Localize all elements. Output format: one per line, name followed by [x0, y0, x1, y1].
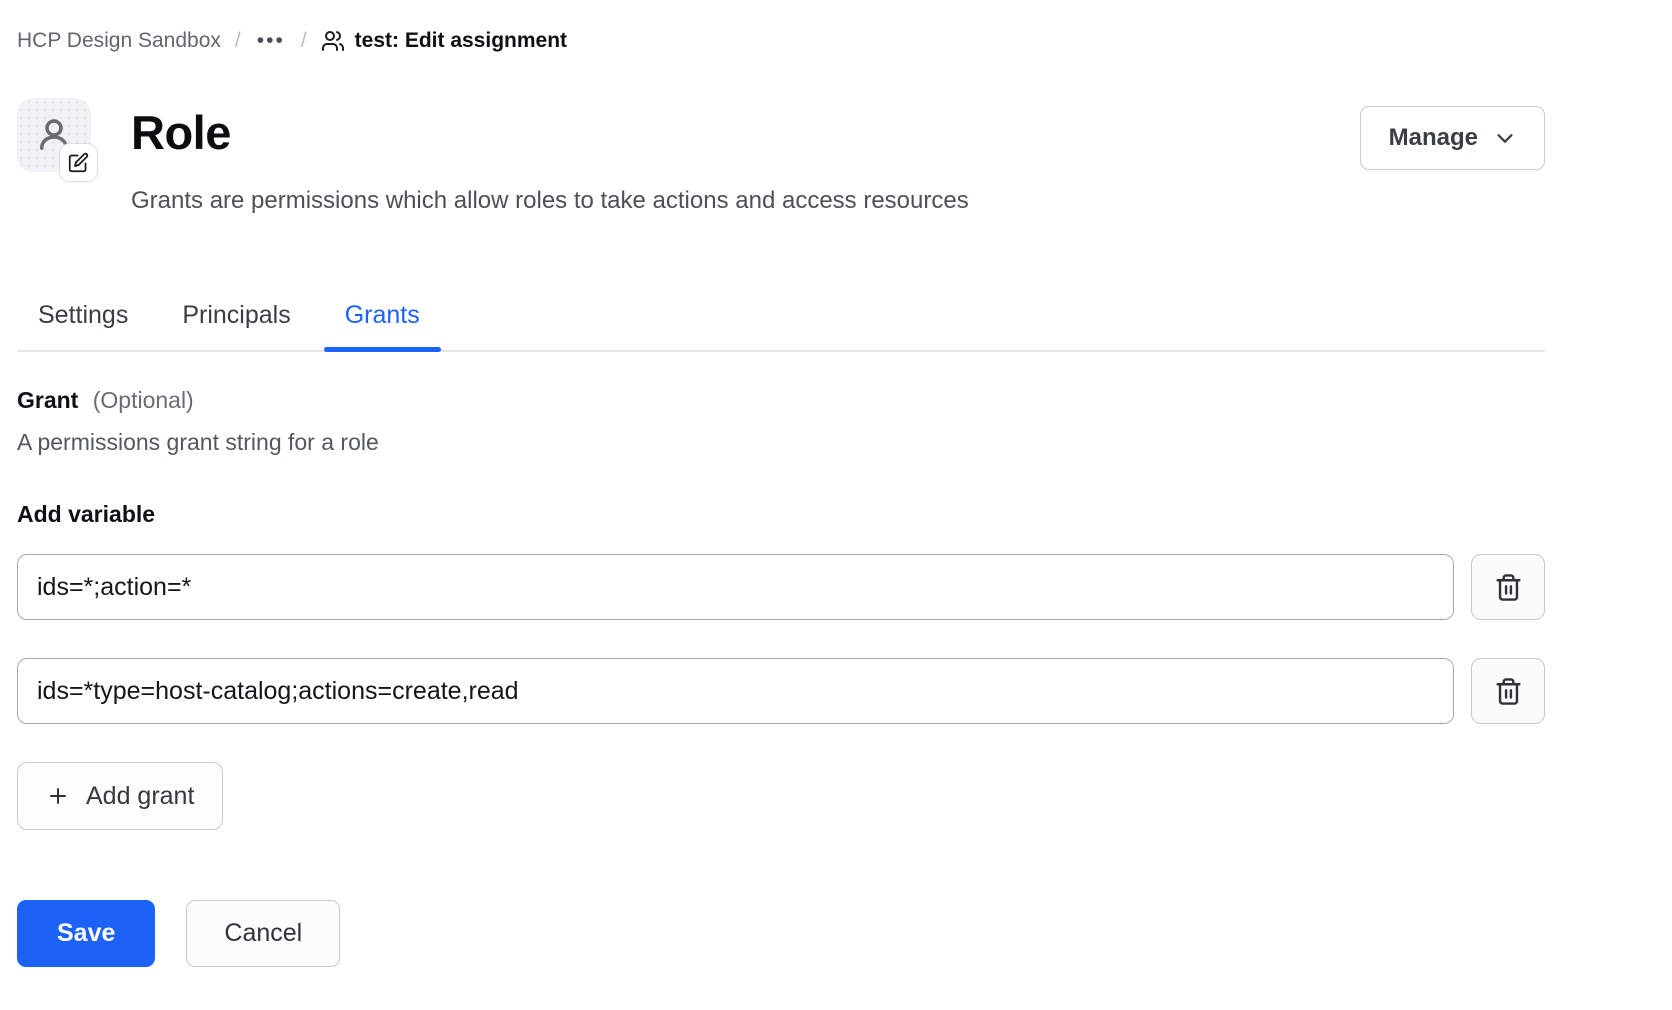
role-edit-page: HCP Design Sandbox / ••• / test: Edit as…: [0, 0, 1672, 967]
tab-bar: Settings Principals Grants: [17, 300, 1545, 352]
grants-section: Grant (Optional) A permissions grant str…: [17, 386, 1545, 830]
add-grant-button[interactable]: Add grant: [17, 762, 223, 830]
tab-principals[interactable]: Principals: [161, 300, 311, 350]
breadcrumb: HCP Design Sandbox / ••• / test: Edit as…: [17, 26, 1545, 56]
grant-field-label-row: Grant (Optional): [17, 386, 1545, 414]
grant-field-optional-label: (Optional): [93, 387, 194, 413]
manage-button-label: Manage: [1389, 124, 1478, 152]
breadcrumb-collapsed-button[interactable]: •••: [255, 29, 287, 53]
breadcrumb-separator: /: [301, 26, 307, 56]
save-button[interactable]: Save: [17, 900, 155, 967]
breadcrumb-link-hcp-design-sandbox[interactable]: HCP Design Sandbox: [17, 26, 221, 56]
users-icon: [321, 29, 345, 53]
delete-grant-2-button[interactable]: [1471, 658, 1545, 724]
role-avatar[interactable]: [17, 98, 91, 172]
chevron-down-icon: [1494, 127, 1516, 149]
grant-row: [17, 554, 1545, 620]
tab-grants[interactable]: Grants: [324, 300, 441, 350]
page-subtitle: Grants are permissions which allow roles…: [131, 184, 1360, 218]
grant-input-1[interactable]: [17, 554, 1454, 620]
form-actions: Save Cancel: [17, 900, 1545, 967]
grant-row: [17, 658, 1545, 724]
trash-icon: [1494, 677, 1523, 706]
add-variable-heading: Add variable: [17, 500, 1545, 528]
edit-icon: [68, 152, 89, 173]
grant-input-2[interactable]: [17, 658, 1454, 724]
grant-field-label: Grant: [17, 387, 78, 413]
manage-button[interactable]: Manage: [1360, 106, 1545, 170]
grant-field-description: A permissions grant string for a role: [17, 428, 1545, 456]
page-header: Role Grants are permissions which allow …: [17, 98, 1545, 218]
page-title: Role: [131, 98, 1360, 168]
header-text: Role Grants are permissions which allow …: [131, 98, 1360, 218]
edit-avatar-button[interactable]: [59, 143, 98, 182]
breadcrumb-current-label: test: Edit assignment: [355, 26, 567, 56]
cancel-button[interactable]: Cancel: [186, 900, 340, 967]
plus-icon: [46, 784, 70, 808]
breadcrumb-current: test: Edit assignment: [321, 26, 567, 56]
trash-icon: [1494, 573, 1523, 602]
add-grant-button-label: Add grant: [86, 782, 194, 811]
delete-grant-1-button[interactable]: [1471, 554, 1545, 620]
breadcrumb-separator: /: [235, 26, 241, 56]
tab-settings[interactable]: Settings: [17, 300, 149, 350]
